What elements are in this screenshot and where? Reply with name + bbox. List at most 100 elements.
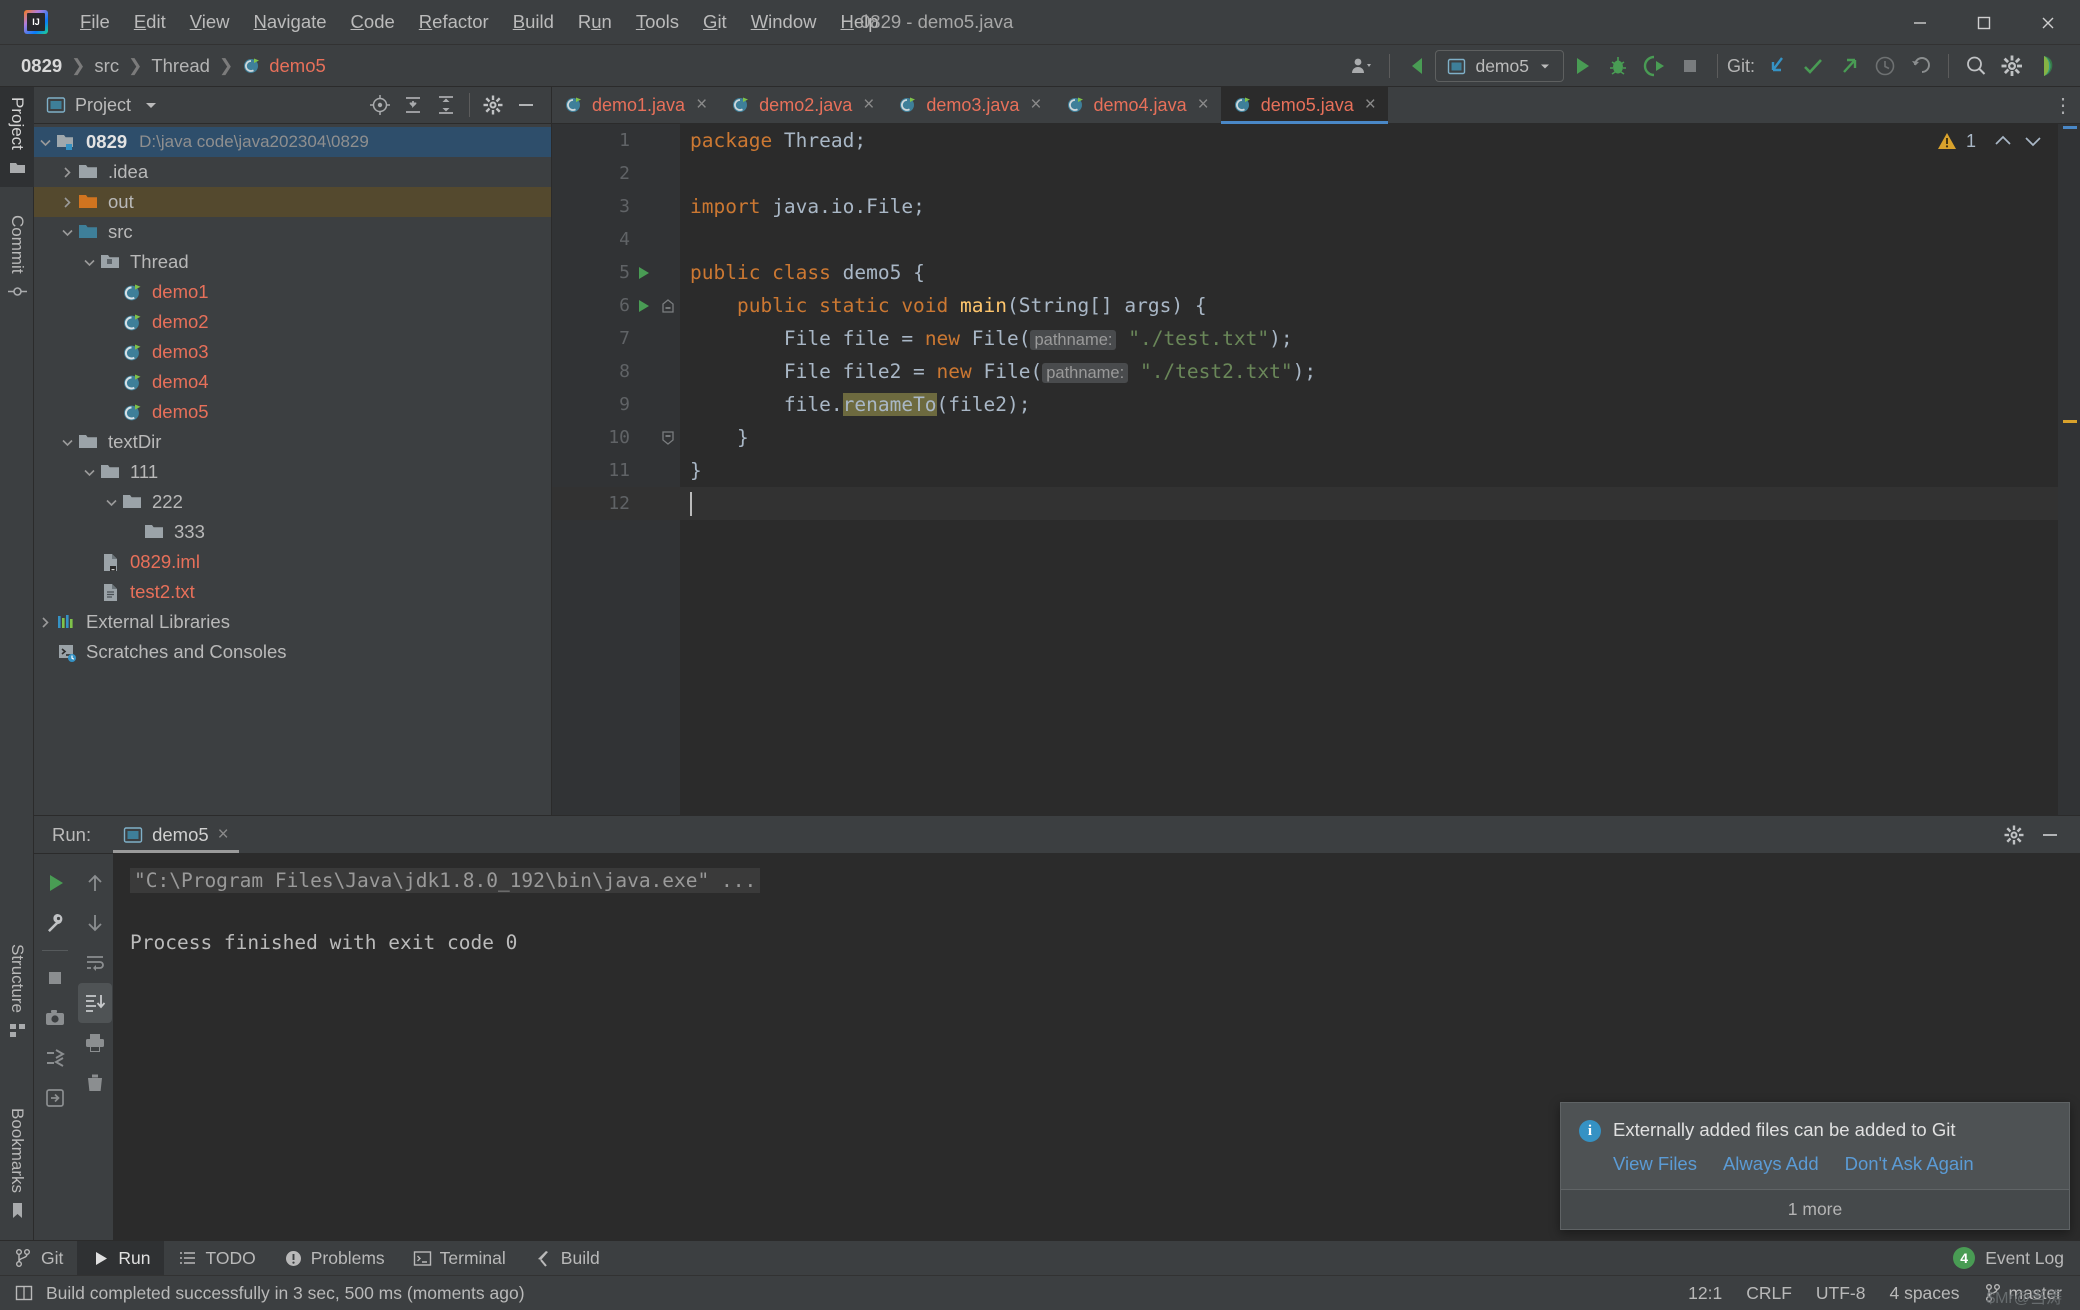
minimize-button[interactable] xyxy=(1888,0,1952,45)
tree-node-333[interactable]: 333 xyxy=(34,517,551,547)
settings-gear-icon[interactable] xyxy=(1998,820,2030,850)
close-icon[interactable]: × xyxy=(696,94,707,116)
tool-window-button-terminal[interactable]: Terminal xyxy=(399,1241,520,1276)
clear-all-icon[interactable] xyxy=(78,1063,112,1103)
code-editor[interactable]: 1 1 package Thread; 2 3 import java.io.File;… xyxy=(552,124,2080,815)
breadcrumb-item-demo5[interactable]: demo5 xyxy=(237,53,331,79)
code-line[interactable]: 7 File file = new File(pathname: "./test… xyxy=(552,322,2080,355)
settings-gear-icon[interactable] xyxy=(1994,49,2030,83)
project-tree[interactable]: 0829 D:\java code\java202304\0829 .idea out… xyxy=(34,124,551,667)
prev-problem-icon[interactable] xyxy=(1992,130,2014,152)
dump-threads-icon[interactable] xyxy=(38,1038,72,1078)
code-line[interactable]: 11} xyxy=(552,454,2080,487)
chevron-down-icon[interactable] xyxy=(34,135,56,150)
edit-config-icon[interactable] xyxy=(38,903,72,943)
scroll-to-end-icon[interactable] xyxy=(77,983,112,1023)
code-line[interactable]: 1 package Thread; xyxy=(552,124,2080,157)
file-encoding[interactable]: UTF-8 xyxy=(1816,1283,1866,1304)
expand-all-icon[interactable] xyxy=(398,91,428,119)
chevron-down-icon[interactable] xyxy=(56,225,78,240)
chevron-down-icon[interactable] xyxy=(143,97,159,113)
notification-link-view-files[interactable]: View Files xyxy=(1613,1153,1697,1175)
code-line[interactable]: 9 file.renameTo(file2); xyxy=(552,388,2080,421)
tree-node-src[interactable]: src xyxy=(34,217,551,247)
git-update-icon[interactable] xyxy=(1759,49,1795,83)
export-icon[interactable] xyxy=(38,1078,72,1118)
editor-tabs-more-icon[interactable]: ⋮ xyxy=(2046,87,2080,123)
tree-node-demo5[interactable]: demo5 xyxy=(34,397,551,427)
search-everywhere-icon[interactable] xyxy=(1958,49,1994,83)
tree-node-demo4[interactable]: demo4 xyxy=(34,367,551,397)
stop-icon[interactable] xyxy=(38,958,72,998)
next-problem-icon[interactable] xyxy=(2022,130,2044,152)
notification-more-button[interactable]: 1 more xyxy=(1561,1189,2069,1229)
tree-node-external-libraries[interactable]: External Libraries xyxy=(34,607,551,637)
close-icon[interactable]: × xyxy=(863,94,874,116)
sidebar-item-commit[interactable]: Commit xyxy=(0,205,34,311)
error-stripe-markers[interactable] xyxy=(2058,124,2080,815)
chevron-right-icon[interactable] xyxy=(34,615,56,630)
hide-icon[interactable] xyxy=(2034,820,2066,850)
notification-link-don-t-ask-again[interactable]: Don't Ask Again xyxy=(1845,1153,1974,1175)
select-opened-file-icon[interactable] xyxy=(365,91,395,119)
run-configuration-selector[interactable]: demo5 xyxy=(1435,50,1564,82)
screenshot-icon[interactable] xyxy=(38,998,72,1038)
git-rollback-icon[interactable] xyxy=(1903,49,1939,83)
sidebar-item-bookmarks[interactable]: Bookmarks xyxy=(0,1098,34,1230)
menu-git[interactable]: Git xyxy=(691,7,739,37)
editor-tab-demo2-java[interactable]: demo2.java × xyxy=(719,87,886,123)
editor-tab-demo3-java[interactable]: demo3.java × xyxy=(886,87,1053,123)
git-history-icon[interactable] xyxy=(1867,49,1903,83)
tree-node-demo1[interactable]: demo1 xyxy=(34,277,551,307)
sidebar-item-project[interactable]: Project xyxy=(0,87,34,187)
run-with-coverage-button[interactable] xyxy=(1636,49,1672,83)
git-commit-icon[interactable] xyxy=(1795,49,1831,83)
menu-tools[interactable]: Tools xyxy=(624,7,691,37)
menu-refactor[interactable]: Refactor xyxy=(407,7,501,37)
code-lines[interactable]: 1 package Thread; 2 3 import java.io.File; 4 5… xyxy=(552,124,2080,815)
caret-position[interactable]: 12:1 xyxy=(1688,1283,1722,1304)
fold-marker-icon[interactable] xyxy=(656,298,680,314)
menu-run[interactable]: Run xyxy=(566,7,624,37)
git-push-icon[interactable] xyxy=(1831,49,1867,83)
user-settings-icon[interactable] xyxy=(1344,49,1380,83)
menu-file[interactable]: File xyxy=(68,7,122,37)
close-icon[interactable]: × xyxy=(1365,94,1376,116)
chevron-right-icon[interactable] xyxy=(56,195,78,210)
tree-node-222[interactable]: 222 xyxy=(34,487,551,517)
tool-window-button-problems[interactable]: Problems xyxy=(270,1241,399,1276)
code-line[interactable]: 6 public static void main(String[] args)… xyxy=(552,289,2080,322)
event-log-widget[interactable]: 4 Event Log xyxy=(1953,1247,2080,1269)
settings-gear-icon[interactable] xyxy=(478,91,508,119)
breadcrumb-item-0829[interactable]: 0829 xyxy=(16,53,67,79)
tree-node-thread[interactable]: Thread xyxy=(34,247,551,277)
tool-window-button-git[interactable]: Git xyxy=(0,1241,77,1276)
close-icon[interactable]: × xyxy=(1030,94,1041,116)
close-button[interactable] xyxy=(2016,0,2080,45)
editor-tab-demo1-java[interactable]: demo1.java × xyxy=(552,87,719,123)
close-icon[interactable]: × xyxy=(1198,94,1209,116)
chevron-down-icon[interactable] xyxy=(78,465,100,480)
chevron-down-icon[interactable] xyxy=(78,255,100,270)
tree-node-0829[interactable]: 0829 D:\java code\java202304\0829 xyxy=(34,127,551,157)
breadcrumb-item-src[interactable]: src xyxy=(89,53,124,79)
chevron-down-icon[interactable] xyxy=(100,495,122,510)
run-tab-demo5[interactable]: demo5 × xyxy=(113,816,239,853)
chevron-down-icon[interactable] xyxy=(56,435,78,450)
tree-node-demo2[interactable]: demo2 xyxy=(34,307,551,337)
down-arrow-icon[interactable] xyxy=(78,903,112,943)
menu-build[interactable]: Build xyxy=(501,7,566,37)
code-line[interactable]: 10 } xyxy=(552,421,2080,454)
maximize-button[interactable] xyxy=(1952,0,2016,45)
code-line[interactable]: 2 xyxy=(552,157,2080,190)
menu-view[interactable]: View xyxy=(178,7,242,37)
code-line[interactable]: 4 xyxy=(552,223,2080,256)
menu-edit[interactable]: Edit xyxy=(122,7,178,37)
code-line[interactable]: 12 xyxy=(552,487,2080,520)
menu-code[interactable]: Code xyxy=(339,7,407,37)
gutter-run-icon[interactable] xyxy=(630,264,656,282)
tool-window-button-todo[interactable]: TODO xyxy=(164,1241,269,1276)
hide-icon[interactable] xyxy=(511,91,541,119)
editor-tab-demo4-java[interactable]: demo4.java × xyxy=(1054,87,1221,123)
git-branch-widget[interactable]: master xyxy=(1984,1283,2062,1304)
